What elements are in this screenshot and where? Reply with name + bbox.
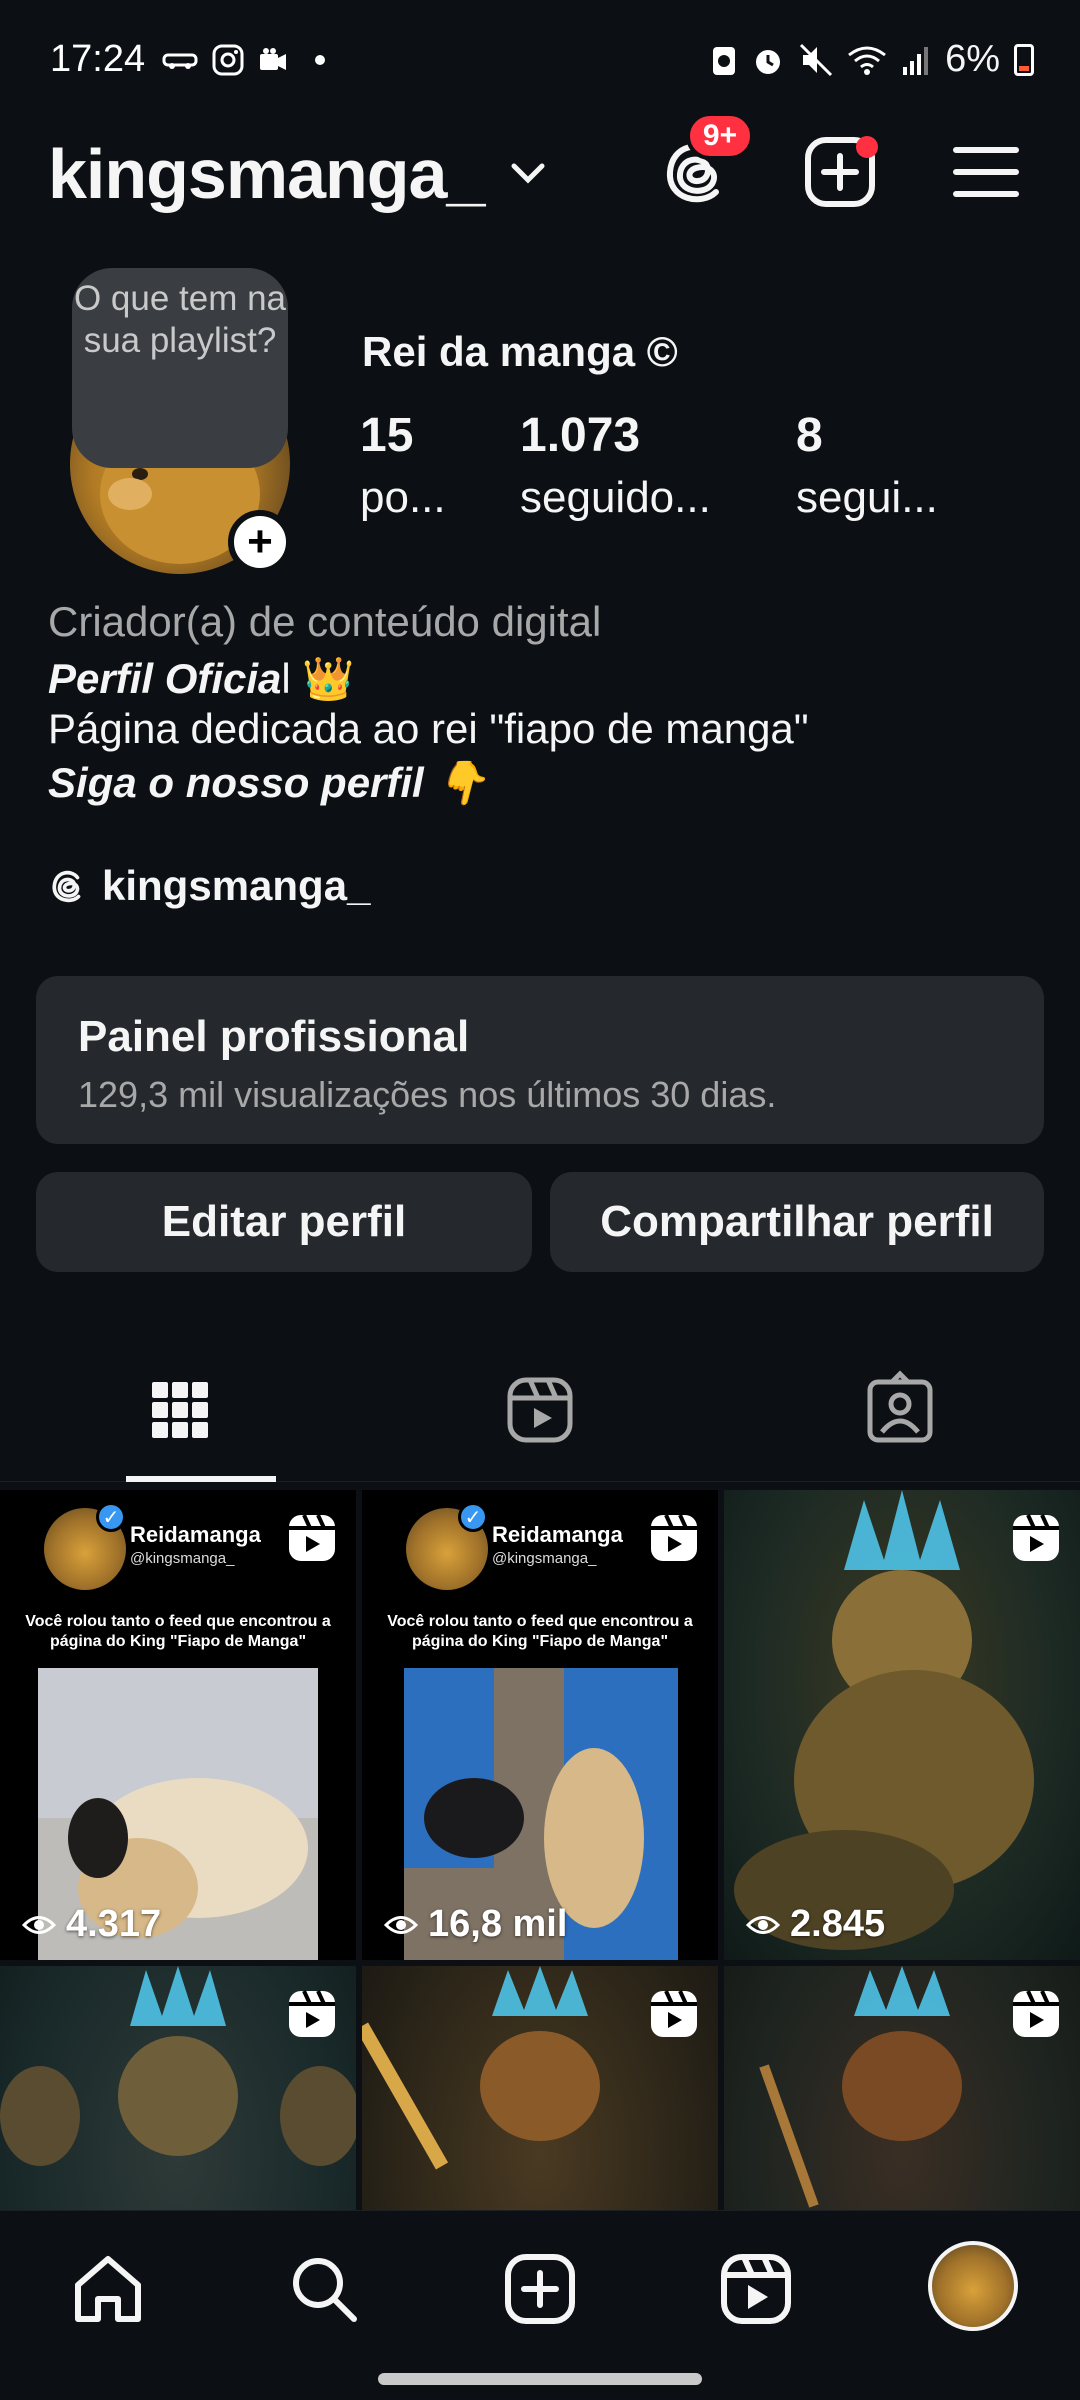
bio-line-1: Perfil Oficial 👑 (48, 654, 1038, 704)
posts-label: po... (360, 473, 446, 522)
post-tile[interactable] (724, 1966, 1080, 2210)
display-name: Rei da manga © (362, 328, 678, 375)
profile-note-bubble[interactable]: O que tem na sua playlist? (72, 268, 288, 468)
post-author-handle: @kingsmanga_ (130, 1550, 235, 1567)
profile-nav-avatar[interactable] (928, 2241, 1018, 2331)
post-tile[interactable] (0, 1966, 356, 2210)
view-count: 4.317 (22, 1903, 161, 1946)
wifi-icon (848, 46, 886, 75)
status-time: 17:24 (50, 38, 146, 80)
verified-icon: ✓ (458, 1502, 488, 1532)
verified-icon: ✓ (96, 1502, 126, 1532)
bottom-navigation (0, 2210, 1080, 2400)
battery-percent: 6% (945, 38, 1000, 80)
posts-count: 15 (360, 409, 414, 462)
grid-tab-icon[interactable] (140, 1370, 220, 1450)
following-stat[interactable]: 8 segui... (796, 408, 938, 523)
reel-indicator-icon (1013, 1514, 1059, 1561)
status-bar: 17:24 6% (0, 0, 1080, 120)
account-switcher[interactable]: kingsmanga_ (48, 134, 485, 214)
posts-grid: ✓ Reidamanga @kingsmanga_ Você rolou tan… (0, 1490, 1080, 2210)
create-icon[interactable] (502, 2251, 578, 2327)
reels-tab-icon[interactable] (500, 1370, 580, 1450)
status-notification-icons (162, 44, 332, 76)
chevron-down-icon[interactable] (508, 158, 548, 188)
alarm-icon (756, 49, 781, 74)
threads-profile-link[interactable]: kingsmanga_ (48, 862, 370, 910)
share-profile-button[interactable]: Compartilhar perfil (550, 1172, 1044, 1272)
bio-line-1-bold: Perfil Oficia (48, 655, 282, 702)
profile-header: kingsmanga_ (0, 120, 1080, 230)
post-tile[interactable]: ✓ Reidamanga @kingsmanga_ Você rolou tan… (0, 1490, 356, 1960)
status-system-icons: 6% (711, 38, 1034, 81)
bio-line-1-rest: l 👑 (281, 655, 355, 702)
home-icon[interactable] (70, 2251, 146, 2327)
reel-indicator-icon (289, 1514, 335, 1561)
bio-category: Criador(a) de conteúdo digital (48, 598, 602, 645)
reel-indicator-icon (289, 1990, 335, 2037)
view-count-value: 4.317 (66, 1903, 162, 1945)
view-count: 2.845 (746, 1903, 885, 1946)
post-caption: Você rolou tanto o feed que encontrou a … (387, 1613, 693, 1650)
post-author-name: Reidamanga (492, 1522, 623, 1547)
add-story-button[interactable]: + (228, 510, 292, 574)
bio-line-2: Página dedicada ao rei "fiapo de manga" (48, 705, 809, 752)
menu-icon[interactable] (948, 134, 1024, 210)
followers-label: seguido... (520, 473, 711, 522)
video-icon (260, 48, 286, 70)
eye-icon (384, 1915, 418, 1934)
car-icon (162, 53, 198, 69)
view-count-value: 16,8 mil (428, 1903, 568, 1945)
signal-icon (903, 46, 929, 75)
followers-count: 1.073 (520, 409, 641, 462)
post-author-handle: @kingsmanga_ (492, 1550, 597, 1567)
post-tile[interactable]: 2.845 (724, 1490, 1080, 1960)
post-caption: Você rolou tanto o feed que encontrou a … (25, 1613, 331, 1650)
view-count-value: 2.845 (790, 1903, 886, 1945)
profile-tabs (0, 1348, 1080, 1482)
threads-notification-badge: 9+ (686, 112, 754, 160)
create-notification-dot (856, 136, 878, 158)
active-tab-indicator (126, 1476, 276, 1482)
eye-icon (22, 1915, 56, 1934)
dot-icon (315, 55, 325, 65)
threads-small-icon (52, 870, 81, 903)
instagram-icon (212, 44, 244, 76)
eye-icon (746, 1915, 780, 1934)
following-count: 8 (796, 409, 823, 462)
gesture-bar[interactable] (378, 2373, 702, 2385)
followers-stat[interactable]: 1.073 seguido... (520, 408, 711, 523)
post-tile[interactable]: ✓ Reidamanga @kingsmanga_ Você rolou tan… (362, 1490, 718, 1960)
reel-indicator-icon (651, 1514, 697, 1561)
mute-icon (800, 43, 833, 76)
bio-line-3: Siga o nosso perfil 👇 (48, 759, 488, 806)
threads-handle: kingsmanga_ (102, 862, 371, 909)
battery-saver-icon (713, 46, 736, 75)
professional-dashboard[interactable]: Painel profissional 129,3 mil visualizaç… (36, 976, 1044, 1144)
edit-profile-button[interactable]: Editar perfil (36, 1172, 532, 1272)
view-count: 16,8 mil (384, 1903, 567, 1946)
bio: Criador(a) de conteúdo digital Perfil Of… (48, 598, 1038, 808)
reel-indicator-icon (651, 1990, 697, 2037)
dashboard-title: Painel profissional (78, 1012, 470, 1061)
reels-icon[interactable] (718, 2251, 794, 2327)
following-label: segui... (796, 473, 938, 522)
search-icon[interactable] (286, 2251, 362, 2327)
tagged-tab-icon[interactable] (860, 1370, 940, 1450)
post-tile[interactable] (362, 1966, 718, 2210)
posts-stat[interactable]: 15 po... (360, 408, 446, 523)
reel-indicator-icon (1013, 1990, 1059, 2037)
dashboard-subtitle: 129,3 mil visualizações nos últimos 30 d… (78, 1074, 777, 1115)
battery-icon (1014, 43, 1034, 76)
post-author-name: Reidamanga (130, 1522, 261, 1547)
profile-avatar-area[interactable]: O que tem na sua playlist? + (68, 268, 292, 576)
